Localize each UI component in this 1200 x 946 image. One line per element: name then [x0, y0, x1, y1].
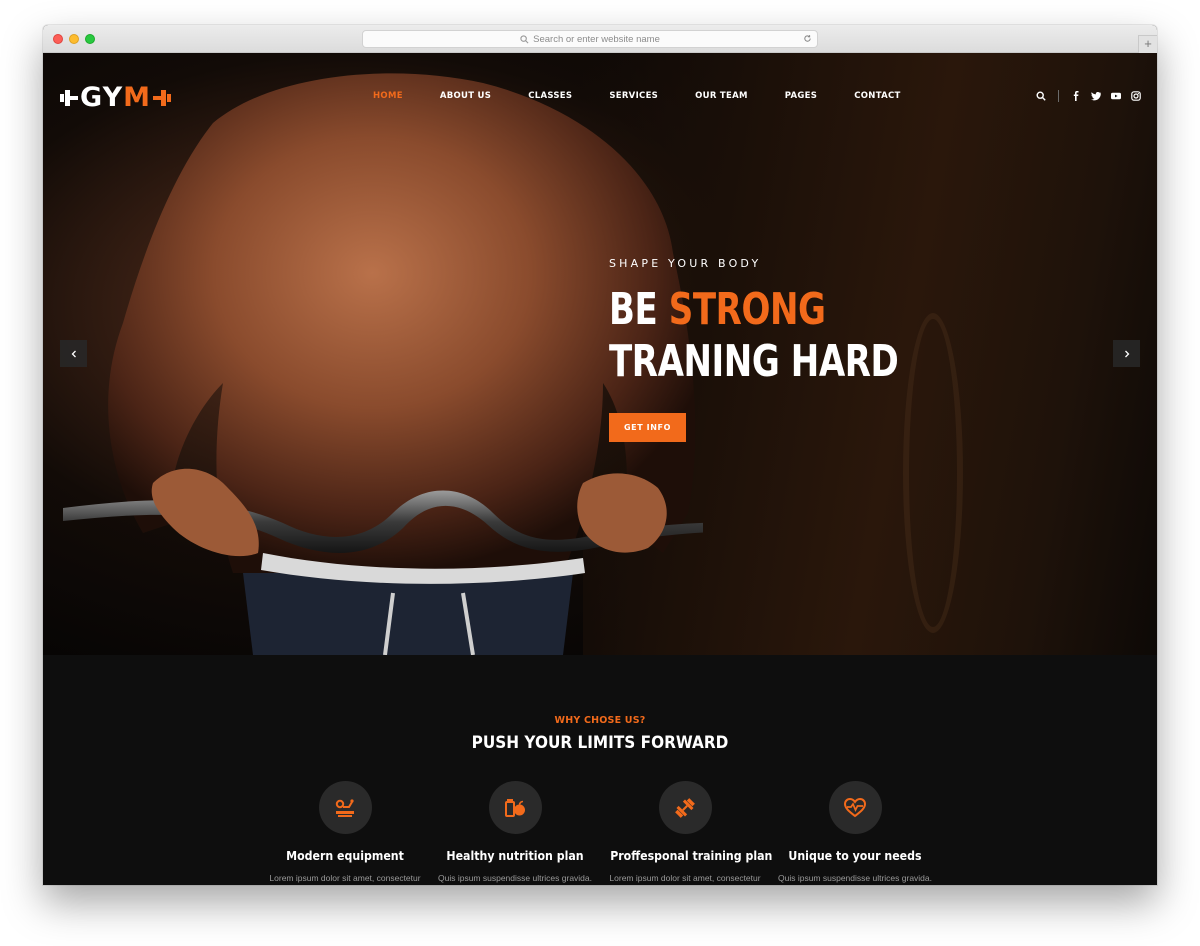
- address-bar[interactable]: Search or enter website name: [362, 30, 818, 48]
- nav-item-contact[interactable]: CONTACT: [854, 91, 900, 101]
- headline-line-2: TRANING HARD: [609, 336, 899, 387]
- feature-title: Proffesponal training plan: [610, 848, 773, 863]
- dumbbell-icon: [153, 90, 171, 106]
- get-info-button[interactable]: GET INFO: [609, 413, 686, 442]
- nav-item-services[interactable]: SERVICES: [609, 91, 658, 101]
- feature-text: Lorem ipsum dolor sit amet, consectetur: [609, 873, 761, 883]
- chevron-right-icon: [1124, 350, 1129, 357]
- features-title: PUSH YOUR LIMITS FORWARD: [471, 733, 729, 753]
- heart-pulse-icon: [828, 781, 882, 834]
- twitter-icon[interactable]: [1091, 91, 1101, 101]
- feature-title: Healthy nutrition plan: [446, 848, 584, 863]
- new-tab-button[interactable]: +: [1138, 35, 1157, 53]
- facebook-icon[interactable]: [1071, 91, 1081, 101]
- main-navbar: GYM HOME ABOUT US CLASSES SERVICES OUR T…: [43, 53, 1157, 133]
- youtube-icon[interactable]: [1111, 91, 1121, 101]
- instagram-icon[interactable]: [1131, 91, 1141, 101]
- minimize-window-button[interactable]: [69, 34, 79, 44]
- nav-divider: [1058, 90, 1059, 102]
- feature-text: Lorem ipsum dolor sit amet, consectetur: [269, 873, 421, 883]
- maximize-window-button[interactable]: [85, 34, 95, 44]
- search-icon: [520, 34, 529, 43]
- hero-slider: [43, 53, 1157, 655]
- close-window-button[interactable]: [53, 34, 63, 44]
- feature-card: Modern equipment Lorem ipsum dolor sit a…: [260, 781, 430, 883]
- feature-text: Quis ipsum suspendisse ultrices gravida.: [777, 873, 932, 883]
- reload-icon[interactable]: [803, 34, 812, 43]
- features-section: WHY CHOSE US? PUSH YOUR LIMITS FORWARD M…: [43, 655, 1157, 885]
- slider-prev-button[interactable]: [60, 340, 87, 367]
- feature-text: Quis ipsum suspendisse ultrices gravida.: [437, 873, 592, 883]
- dumbbell-icon: [60, 90, 78, 106]
- gym-logo[interactable]: GYM: [60, 84, 171, 112]
- hero-eyebrow: SHAPE YOUR BODY: [609, 257, 762, 270]
- search-icon[interactable]: [1036, 91, 1046, 101]
- nav-icon-group: [1036, 90, 1141, 102]
- nav-item-pages[interactable]: PAGES: [785, 91, 817, 101]
- feature-title: Unique to your needs: [788, 848, 922, 863]
- equipment-icon: [318, 781, 372, 834]
- nav-menu: HOME ABOUT US CLASSES SERVICES OUR TEAM …: [373, 91, 938, 101]
- nav-item-home[interactable]: HOME: [373, 91, 403, 101]
- nav-item-about-us[interactable]: ABOUT US: [440, 91, 491, 101]
- nav-item-our-team[interactable]: OUR TEAM: [695, 91, 748, 101]
- logo-wordmark: GYM: [80, 82, 151, 113]
- nutrition-icon: [488, 781, 542, 834]
- feature-title: Modern equipment: [286, 848, 404, 863]
- browser-toolbar: Search or enter website name +: [43, 25, 1157, 53]
- dumbbell-icon: [658, 781, 712, 834]
- chevron-left-icon: [71, 350, 76, 357]
- slider-next-button[interactable]: [1113, 340, 1140, 367]
- athlete-image: [63, 73, 703, 655]
- address-placeholder: Search or enter website name: [533, 33, 660, 45]
- headline-word-strong: STRONG: [668, 284, 826, 335]
- hero-content: SHAPE YOUR BODY BE STRONG TRANING HARD G…: [609, 257, 945, 442]
- features-eyebrow: WHY CHOSE US?: [554, 715, 646, 726]
- feature-card: Healthy nutrition plan Quis ipsum suspen…: [430, 781, 600, 883]
- feature-card: Proffesponal training plan Lorem ipsum d…: [600, 781, 773, 883]
- browser-window: Search or enter website name + GYM HOME …: [43, 25, 1157, 885]
- headline-word-be: BE: [609, 284, 658, 335]
- hero-headline: BE STRONG TRANING HARD: [609, 284, 899, 388]
- feature-card: Unique to your needs Quis ipsum suspendi…: [770, 781, 940, 883]
- nav-item-classes[interactable]: CLASSES: [528, 91, 572, 101]
